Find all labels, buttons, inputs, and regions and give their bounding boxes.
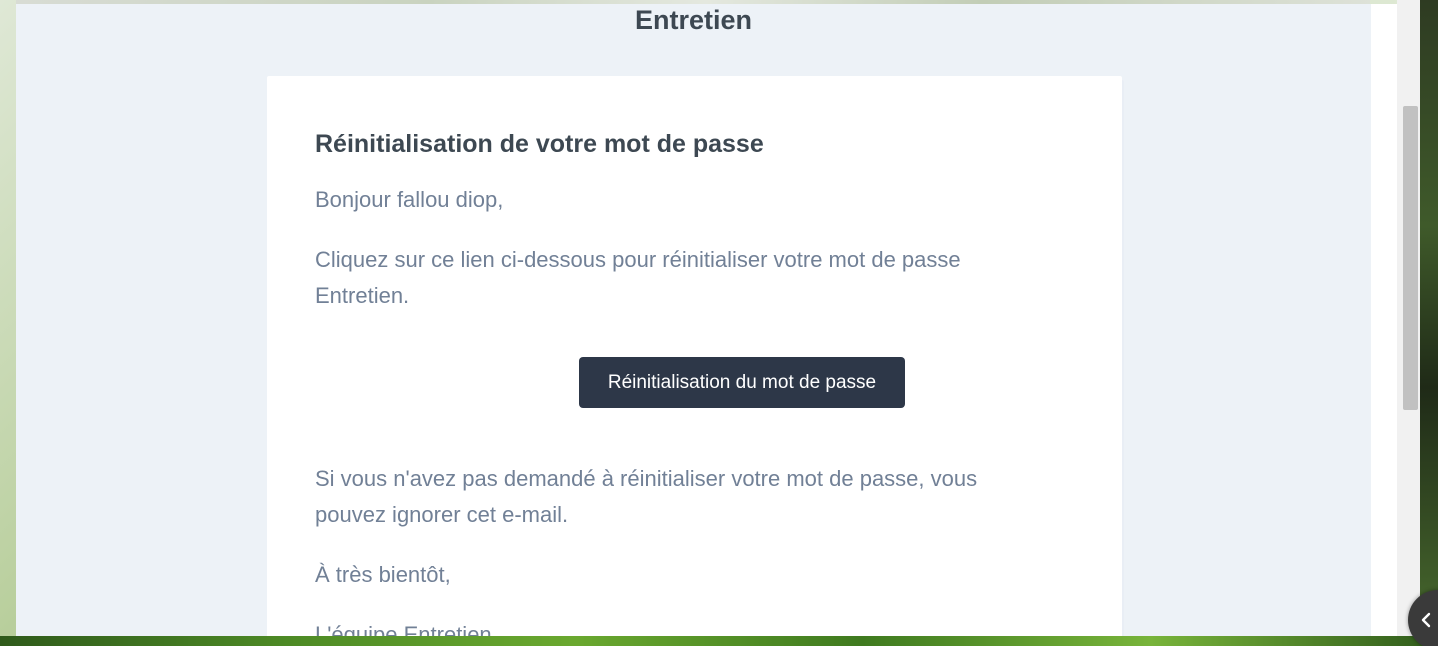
background-photo-bottom: [0, 636, 1438, 646]
email-signature: L'équipe Entretien: [315, 622, 492, 636]
email-wrapper: Entretien Réinitialisation de votre mot …: [16, 4, 1371, 636]
reset-password-button[interactable]: Réinitialisation du mot de passe: [579, 357, 905, 408]
email-body-card: Réinitialisation de votre mot de passe B…: [267, 76, 1122, 636]
email-preview-frame: Entretien Réinitialisation de votre mot …: [16, 4, 1397, 636]
email-regards: À très bientôt,: [315, 562, 451, 587]
email-intro-text: Cliquez sur ce lien ci-dessous pour réin…: [315, 247, 961, 308]
email-title: Réinitialisation de votre mot de passe: [315, 130, 764, 158]
email-greeting: Bonjour fallou diop,: [315, 187, 504, 212]
chevron-left-icon: [1421, 612, 1431, 628]
email-ignore-note: Si vous n'avez pas demandé à réinitialis…: [315, 466, 978, 527]
background-photo-edge: [1420, 0, 1438, 646]
scrollbar-thumb[interactable]: [1403, 106, 1418, 410]
email-brand-header[interactable]: Entretien: [16, 4, 1371, 36]
